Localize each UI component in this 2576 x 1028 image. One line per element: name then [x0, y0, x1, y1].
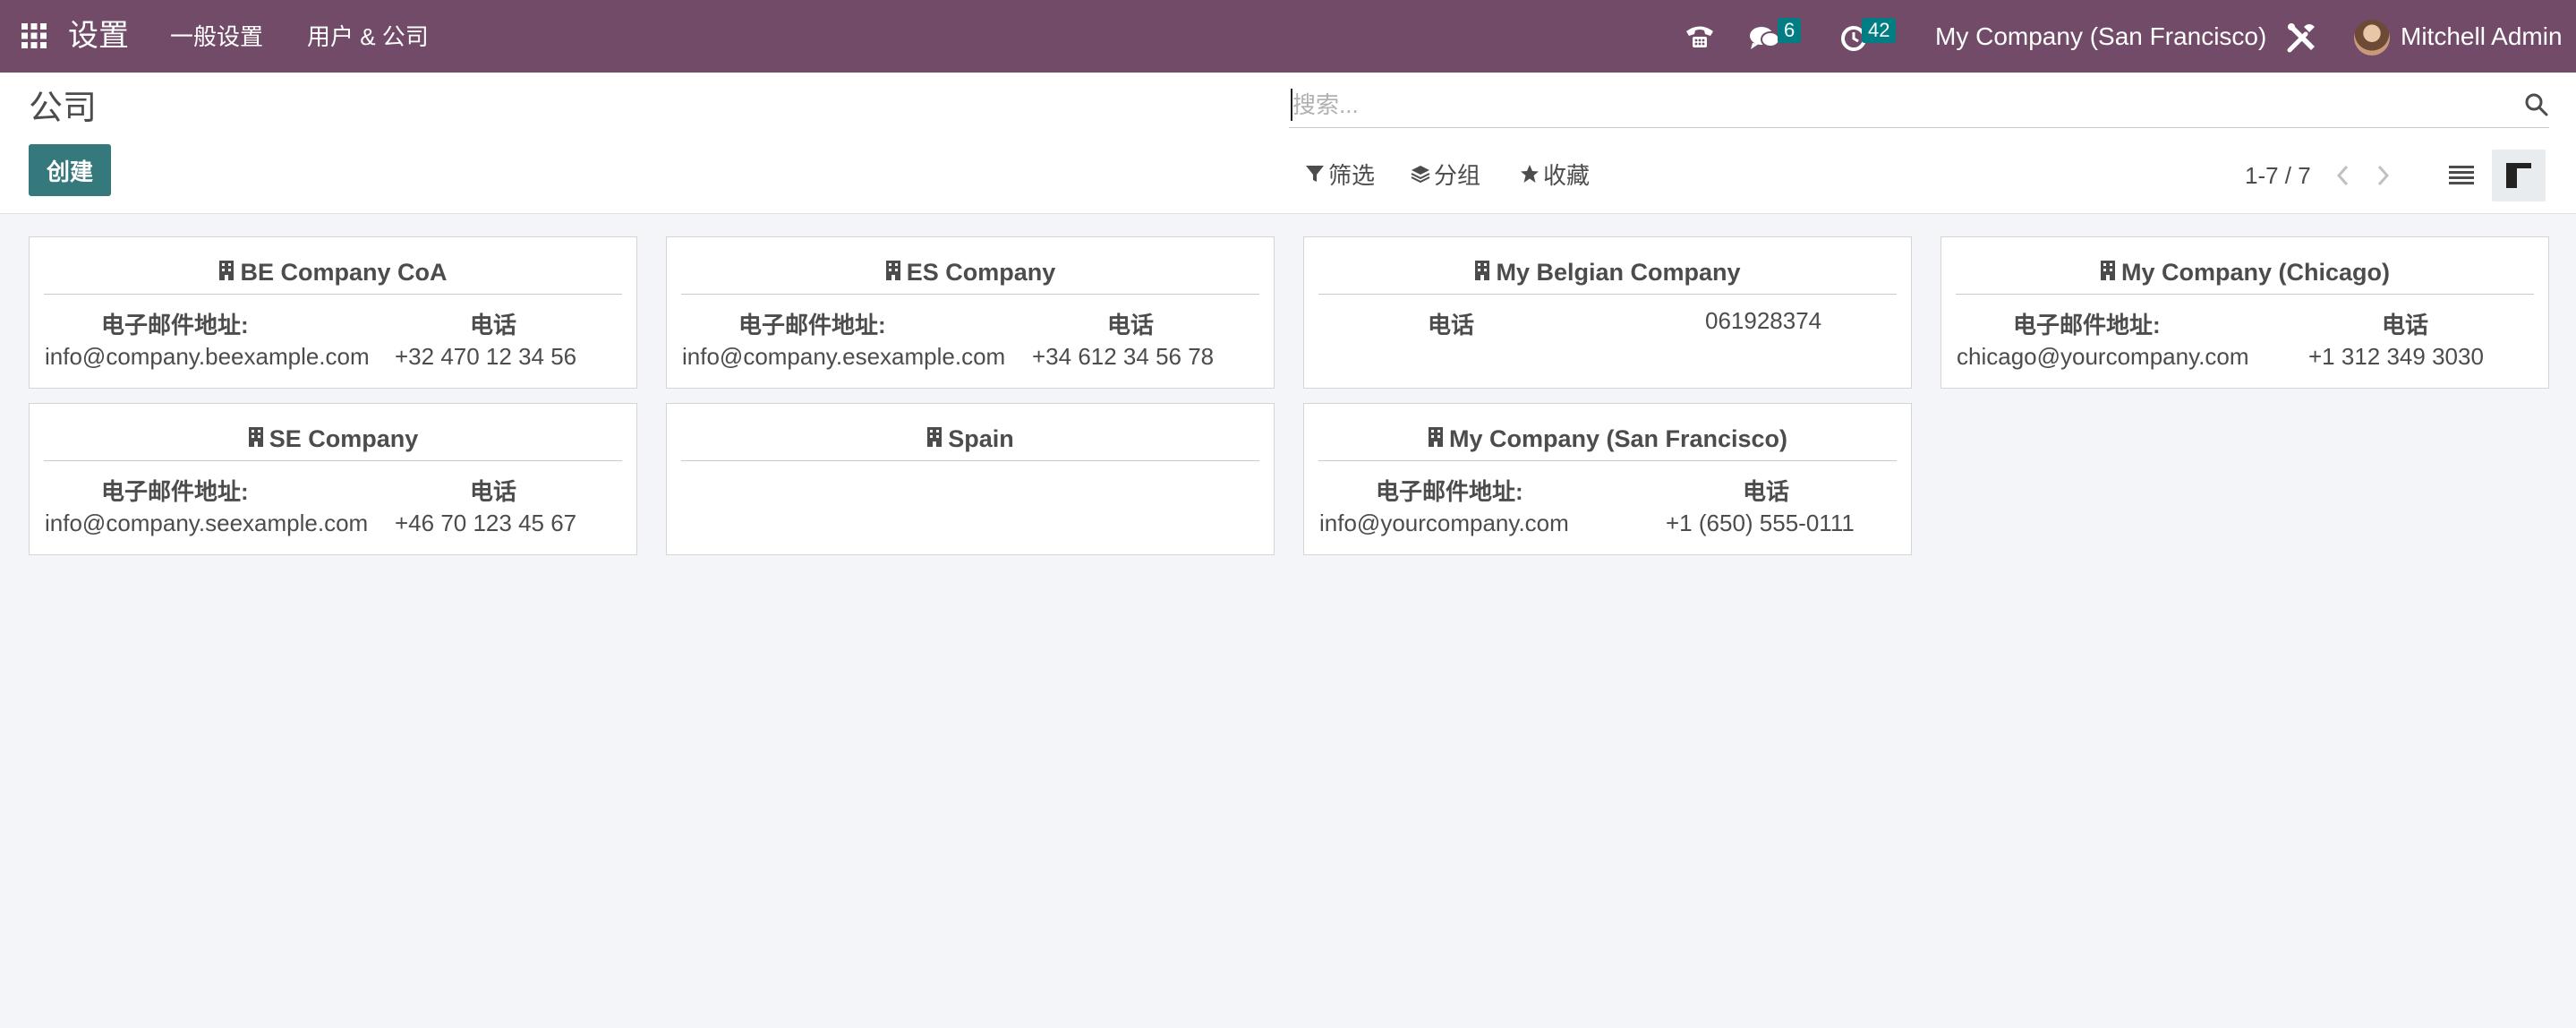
menu-general-settings[interactable]: 一般设置	[170, 21, 263, 52]
building-icon	[1474, 259, 1490, 287]
activities-badge: 42	[1862, 18, 1897, 43]
user-avatar[interactable]	[2354, 20, 2390, 56]
building-icon	[885, 259, 901, 287]
card-title: SE Company	[44, 418, 622, 461]
card-title: ES Company	[681, 252, 1259, 295]
messages-badge: 6	[1778, 18, 1802, 43]
phone-label: 电话	[470, 478, 517, 505]
search-input[interactable]	[1291, 89, 2472, 121]
company-card[interactable]: My Company (Chicago) 电子邮件地址: 电话 chicago@…	[1941, 236, 2549, 389]
email-label: 电子邮件地址:	[101, 312, 249, 338]
company-email: chicago@yourcompany.com	[1957, 343, 2249, 370]
email-label: 电子邮件地址:	[101, 478, 249, 505]
company-name: ES Company	[906, 259, 1056, 286]
company-card[interactable]: Spain	[666, 403, 1275, 555]
phone-label: 电话	[1743, 478, 1790, 505]
layers-icon	[1411, 160, 1430, 191]
phone-label: 电话	[2382, 312, 2429, 338]
company-name: My Company (Chicago)	[2120, 259, 2391, 286]
favorites-button[interactable]: 收藏	[1520, 160, 1590, 191]
company-phone: +46 70 123 45 67	[395, 510, 577, 536]
groupby-label: 分组	[1434, 162, 1481, 189]
company-card[interactable]: ES Company 电子邮件地址: 电话 info@company.esexa…	[666, 236, 1275, 389]
phone-label: 电话	[470, 312, 517, 338]
pager-previous-icon[interactable]	[2333, 162, 2354, 189]
email-label: 电子邮件地址:	[1376, 478, 1523, 505]
page-title: 公司	[29, 90, 98, 127]
menu-users-companies[interactable]: 用户 & 公司	[307, 21, 429, 52]
company-name: My Company (San Francisco)	[1448, 425, 1788, 452]
filters-button[interactable]: 筛选	[1305, 160, 1375, 191]
top-navbar: 设置 一般设置 用户 & 公司 6 42 My Company (San Fra…	[0, 0, 2576, 73]
building-icon	[926, 425, 943, 453]
building-icon	[218, 259, 235, 287]
building-icon	[248, 425, 264, 453]
create-button[interactable]: 创建	[29, 144, 111, 196]
chat-icon[interactable]	[1749, 25, 1781, 57]
company-phone: +34 612 34 56 78	[1032, 343, 1215, 370]
groupby-button[interactable]: 分组	[1411, 160, 1480, 191]
company-switcher[interactable]: My Company (San Francisco)	[1935, 21, 2266, 52]
search-bar	[1289, 81, 2549, 128]
filter-icon	[1305, 160, 1325, 191]
pager-value[interactable]: 1-7 / 7	[2245, 160, 2311, 191]
card-title: My Belgian Company	[1318, 252, 1897, 295]
favorites-label: 收藏	[1543, 162, 1591, 189]
company-name: Spain	[948, 425, 1014, 452]
company-phone: +1 312 349 3030	[2308, 343, 2484, 370]
company-card[interactable]: BE Company CoA 电子邮件地址: 电话 info@company.b…	[29, 236, 637, 389]
company-card[interactable]: SE Company 电子邮件地址: 电话 info@company.seexa…	[29, 403, 637, 555]
company-email: info@company.esexample.com	[682, 343, 1006, 370]
star-icon	[1520, 160, 1540, 191]
list-view-icon[interactable]	[2435, 150, 2488, 201]
kanban-view-icon[interactable]	[2492, 150, 2546, 201]
company-card[interactable]: My Belgian Company 电话 061928374	[1303, 236, 1912, 389]
user-menu[interactable]: Mitchell Admin	[2401, 21, 2563, 52]
company-name: BE Company CoA	[240, 259, 448, 286]
card-title: BE Company CoA	[44, 252, 622, 295]
building-icon	[2100, 259, 2116, 287]
email-label: 电子邮件地址:	[2013, 312, 2161, 338]
email-label: 电子邮件地址:	[738, 312, 886, 338]
phone-label: 电话	[1428, 312, 1475, 338]
company-phone: 061928374	[1705, 307, 1822, 334]
card-title: Spain	[681, 418, 1259, 461]
card-title: My Company (Chicago)	[1956, 252, 2534, 295]
card-title: My Company (San Francisco)	[1318, 418, 1897, 461]
company-name: SE Company	[269, 425, 419, 452]
phone-icon[interactable]	[1685, 23, 1715, 56]
building-icon	[1428, 425, 1444, 453]
company-email: info@company.seexample.com	[45, 510, 369, 536]
company-name: My Belgian Company	[1496, 259, 1741, 286]
debug-tools-icon[interactable]	[2286, 21, 2318, 54]
app-name[interactable]: 设置	[68, 18, 129, 54]
company-phone: +1 (650) 555-0111	[1666, 510, 1855, 536]
apps-grid-icon[interactable]	[21, 23, 47, 48]
company-email: info@yourcompany.com	[1319, 510, 1569, 536]
company-email: info@company.beexample.com	[45, 343, 370, 370]
company-phone: +32 470 12 34 56	[395, 343, 577, 370]
company-card[interactable]: My Company (San Francisco) 电子邮件地址: 电话 in…	[1303, 403, 1912, 555]
control-panel: 公司 创建 筛选 分组 收藏 1-7 / 7	[0, 73, 2576, 214]
search-icon[interactable]	[2524, 92, 2549, 117]
filters-label: 筛选	[1328, 162, 1376, 189]
phone-label: 电话	[1107, 312, 1155, 338]
pager-next-icon[interactable]	[2372, 162, 2393, 189]
